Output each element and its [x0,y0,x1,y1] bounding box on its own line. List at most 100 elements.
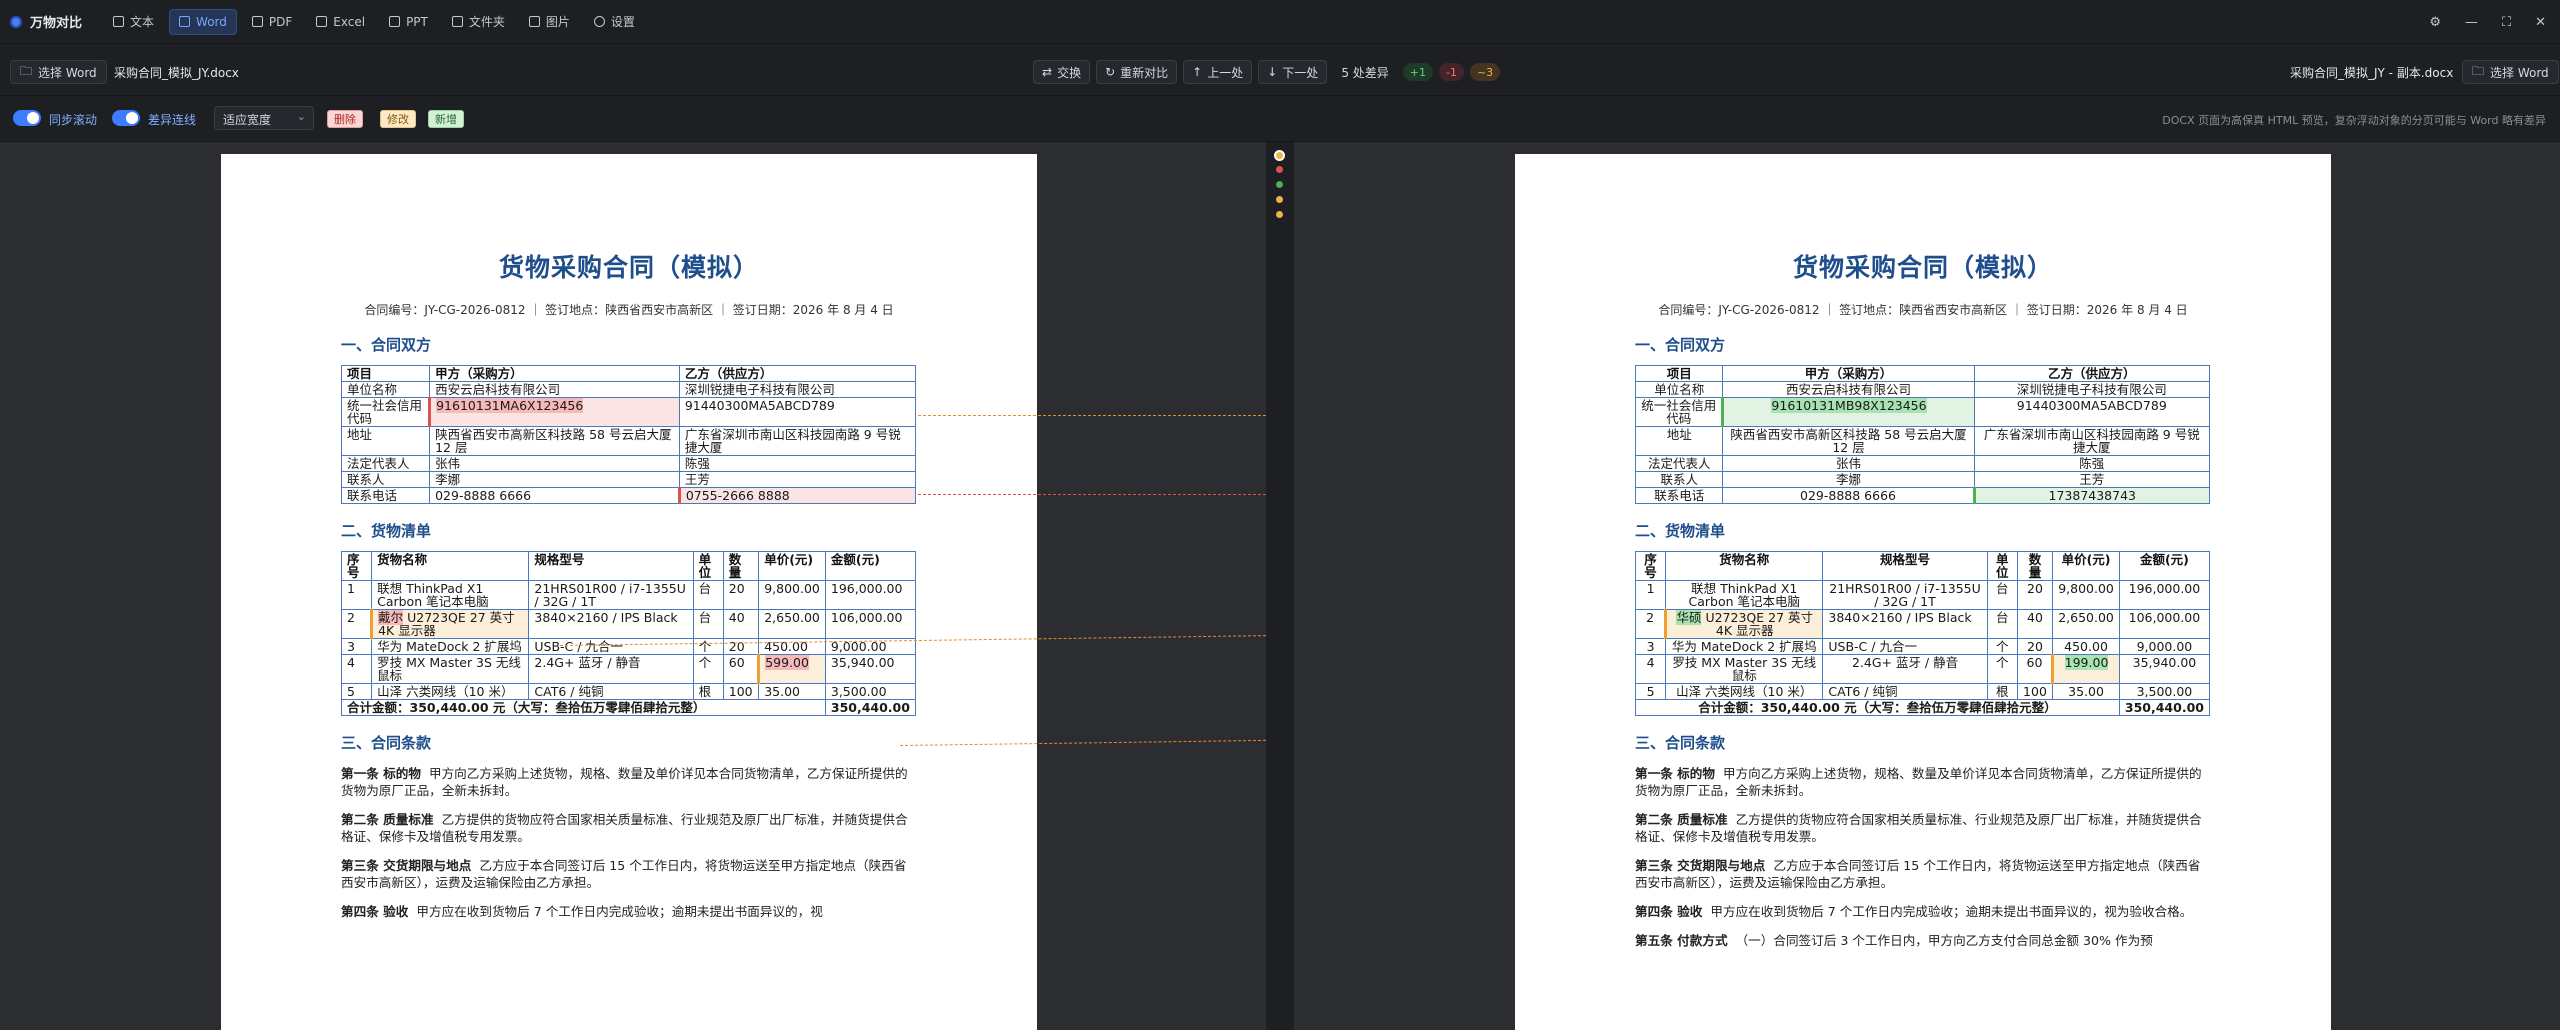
excel-icon [316,16,328,27]
table-cell: 196,000.00 [824,580,917,610]
maximize-icon[interactable]: ⛶ [2502,15,2511,30]
added-count-badge: +1 [1402,63,1433,81]
table-cell: 个 [692,638,724,655]
nav-folder[interactable]: 文件夹 [443,9,514,35]
nav-image[interactable]: 图片 [520,9,579,35]
table-cell: 3 [1634,638,1667,655]
table-cell: 35.00 [758,683,826,700]
arrow-down-icon: ↓ [1267,65,1278,79]
select-left-word-button[interactable]: 🗀 选择 Word [10,60,107,84]
table-cell: USB-C / 九合一 [528,638,694,655]
gear-icon [593,16,605,27]
swap-button[interactable]: ⇄ 交换 [1033,60,1091,84]
fit-mode-select[interactable]: 适应宽度 ⌄ [214,106,314,130]
nav-excel[interactable]: Excel [307,9,374,35]
diff-cell-modified[interactable]: 199.00 [2051,654,2120,684]
nav-text[interactable]: 文本 [104,9,163,35]
table-cell: 台 [692,580,724,610]
table-cell: 3840×2160 / IPS Black [1822,609,1988,639]
diff-cell-modified[interactable]: 戴尔 U2723QE 27 英寸 4K 显示器 [370,609,530,639]
table-cell: USB-C / 九合一 [1822,638,1988,655]
table-cell: 35.00 [2052,683,2120,700]
window-controls: ⚙ — ⛶ ✕ [2429,0,2546,44]
table-cell: 9,800.00 [2052,580,2120,610]
ppt-icon [389,16,401,27]
recompare-button[interactable]: ↻ 重新对比 [1096,60,1178,84]
clause-title: 第四条 验收 [1635,904,1703,919]
table-header: 规格型号 [1822,551,1988,581]
table-cell: 根 [692,683,724,700]
refresh-icon: ↻ [1105,65,1116,79]
section-terms: 三、合同条款 [341,734,432,752]
table-row: 4 罗技 MX Master 3S 无线鼠标 2.4G+ 蓝牙 / 静音个 60 599… [340,654,917,684]
diff-cell-added[interactable]: 91610131MB98X123456 [1721,397,1975,427]
minimap-marker-added[interactable] [1276,181,1283,188]
clause-text: 甲方应在收到货物后 7 个工作日内完成验收；逾期未提出书面异议的，视 [416,904,823,919]
table-cell: 3,500.00 [2118,683,2211,700]
select-right-word-button[interactable]: 🗀 选择 Word [2462,60,2559,84]
table-row: 单位名称 西安云启科技有限公司 深圳锐捷电子科技有限公司 [1634,381,2211,398]
nav-settings[interactable]: 设置 [585,9,644,35]
diff-lines-toggle[interactable] [112,110,140,126]
nav-word[interactable]: Word [169,8,237,35]
table-cell: 台 [1986,580,2018,610]
table-row: 统一社会信用代码 91610131MB98X123456 91440300MA5AB… [1634,397,2211,427]
goods-table: 序号 货物名称 规格型号 单位 数量 单价(元) 金额(元) 1 联想 ThinkPad X1… [340,551,917,716]
table-header: 单价(元) [758,551,826,581]
minimap-marker-modified[interactable] [1276,211,1283,218]
table-cell: 张伟 [429,455,680,472]
table-cell: 20 [722,580,760,610]
table-cell: 西安云启科技有限公司 [1722,381,1975,398]
next-diff-button[interactable]: ↓ 下一处 [1258,60,1328,84]
table-row: 地址 陕西省西安市高新区科技路 58 号云启大厦 12 层广东省深圳市南山区科技园… [340,426,917,456]
clause-title: 第四条 验收 [341,904,409,919]
table-cell: 广东省深圳市南山区科技园南路 9 号锐捷大厦 [1973,426,2211,456]
diff-cell-deleted[interactable]: 0755-2666 8888 [677,487,917,504]
sliders-icon[interactable]: ⚙ [2429,15,2441,30]
table-cell: 王芳 [678,471,917,488]
diff-cell-modified[interactable]: 华硕 U2723QE 27 英寸 4K 显示器 [1664,609,1824,639]
diff-connector [918,415,1266,416]
table-cell: 3,500.00 [824,683,917,700]
table-cell: 李娜 [1722,471,1975,488]
table-cell: 个 [1986,654,2018,684]
section-parties: 一、合同双方 [341,336,432,354]
app-title: 万物对比 [10,12,82,31]
clause-3: 第三条 交货期限与地点 乙方应于本合同签订后 15 个工作日内，将货物运送至甲方… [1635,857,2211,891]
minimize-icon[interactable]: — [2465,15,2478,30]
clause-title: 第一条 标的物 [1635,766,1715,781]
diff-cell-added[interactable]: 17387438743 [1972,487,2211,504]
table-cell: 个 [1986,638,2018,655]
nav-ppt[interactable]: PPT [380,9,437,35]
table-header: 金额(元) [2118,551,2211,581]
section-parties: 一、合同双方 [1635,336,1726,354]
minimap-marker-modified[interactable] [1276,196,1283,203]
diff-cell-modified[interactable]: 599.00 [757,654,826,684]
prev-diff-button[interactable]: ↑ 上一处 [1183,60,1253,84]
table-cell: 地址 [340,426,431,456]
table-cell: 35,940.00 [2118,654,2211,684]
table-cell: 100 [722,683,760,700]
nav-pdf[interactable]: PDF [243,9,301,35]
parties-table: 项目 甲方（采购方） 乙方（供应方） 单位名称 西安云启科技有限公司 深圳锐捷电子科技有… [1634,365,2211,504]
section-goods: 二、货物清单 [341,522,432,540]
left-page: 货物采购合同（模拟） 合同编号：JY-CG-2026-0812 ｜ 签订地点：陕… [221,154,1037,1030]
table-cell: 60 [722,654,760,684]
minimap-marker-deleted[interactable] [1276,166,1283,173]
table-row: 2 戴尔 U2723QE 27 英寸 4K 显示器 3840×2160 / IPS … [340,609,917,639]
minimap-marker-current[interactable] [1274,150,1285,161]
table-cell: 21HRS01R00 / i7-1355U / 32G / 1T [1822,580,1988,610]
diff-cell-deleted[interactable]: 91610131MA6X123456 [428,397,680,427]
close-icon[interactable]: ✕ [2535,15,2546,30]
left-document-pane[interactable]: 货物采购合同（模拟） 合同编号：JY-CG-2026-0812 ｜ 签订地点：陕… [0,142,1266,1030]
nav-label: 文件夹 [468,15,505,29]
table-row: 联系人 李娜 王芳 [1634,471,2211,488]
right-document-pane[interactable]: 货物采购合同（模拟） 合同编号：JY-CG-2026-0812 ｜ 签订地点：陕… [1294,142,2560,1030]
table-cell: 联系人 [1634,471,1724,488]
table-cell: 罗技 MX Master 3S 无线鼠标 [371,654,530,684]
sync-scroll-toggle[interactable] [13,110,41,126]
diff-minimap[interactable] [1266,142,1294,1030]
table-cell: 40 [722,609,760,639]
table-cell: 华为 MateDock 2 扩展坞 [1665,638,1824,655]
clause-1: 第一条 标的物 甲方向乙方采购上述货物，规格、数量及单价详见本合同货物清单，乙方… [1635,765,2211,799]
